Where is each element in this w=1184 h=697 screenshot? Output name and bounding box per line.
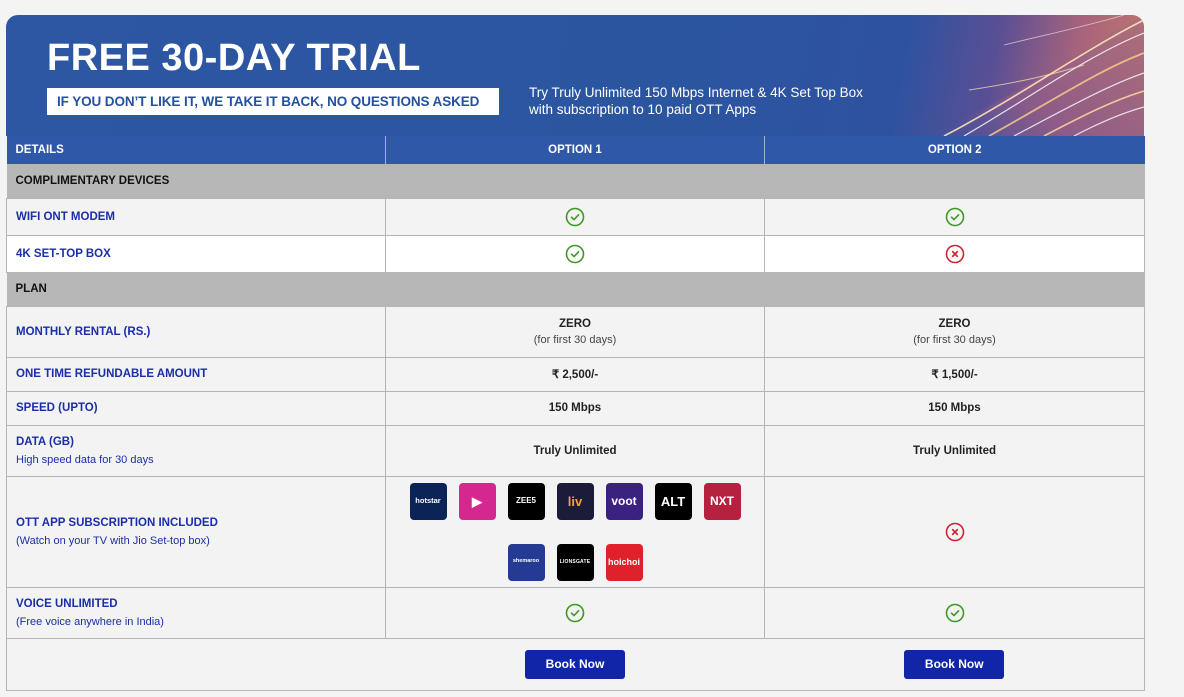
data-value: Truly Unlimited [912,444,997,457]
ott-app-logo-text: ▶ [472,493,482,509]
speed-value: 150 Mbps [548,402,602,414]
banner-subtitle-line2: with subscription to 10 paid OTT Apps [529,102,757,117]
row-label: DATA (GB) [16,435,74,448]
ott-app-logo-text: LIONSGATE [559,558,591,565]
book-now-option1-button[interactable]: Book Now [525,649,625,679]
option2-cell: ₹ 1,500/- [764,356,1145,392]
speed-value: 150 Mbps [928,402,981,414]
option2-cell [764,475,1145,588]
ott-app-lionsgate-play: LIONSGATE [556,543,594,581]
option2-cell: ZERO (for first 30 days) [764,305,1145,358]
option2-cell [764,197,1145,236]
row-label: 4K SET-TOP BOX [6,234,386,273]
header-option-1: OPTION 1 [385,136,765,164]
check-icon [565,244,585,263]
option2-cell [764,234,1145,273]
banner-subtitle: Try Truly Unlimited 150 Mbps Internet & … [529,84,863,118]
table-row-monthly-rental: MONTHLY RENTAL (RS.) ZERO (for first 30 … [6,305,1145,358]
banner-subtitle-line1: Try Truly Unlimited 150 Mbps Internet & … [529,85,863,100]
table-row-wifi: WIFI ONT MODEM [6,197,1145,236]
row-label: ONE TIME REFUNDABLE AMOUNT [6,356,386,392]
option1-cell [385,234,765,273]
table-row-ott: OTT APP SUBSCRIPTION INCLUDED (Watch on … [6,475,1145,588]
option2-cell: Truly Unlimited [764,424,1145,477]
option2-cell [764,586,1145,639]
row-label-cell: VOICE UNLIMITED (Free voice anywhere in … [6,586,386,639]
option1-cell: ZERO (for first 30 days) [385,305,765,358]
section-complimentary-devices: COMPLIMENTARY DEVICES [6,163,1145,199]
comparison-table: DETAILS OPTION 1 OPTION 2 COMPLIMENTARY … [6,136,1145,691]
header-option-2: OPTION 2 [764,136,1145,164]
row-sublabel: High speed data for 30 days [16,453,154,466]
trial-card: FREE 30-DAY TRIAL IF YOU DON’T LIKE IT, … [6,15,1145,691]
row-label: WIFI ONT MODEM [6,197,386,236]
refundable-value: ₹ 1,500/- [931,369,978,381]
option1-cell: 150 Mbps [385,390,765,426]
refundable-value: ₹ 2,500/- [551,369,599,381]
trial-banner: FREE 30-DAY TRIAL IF YOU DON’T LIKE IT, … [6,15,1144,136]
ott-app-logo-text: ALT [660,493,686,509]
row-label: SPEED (UPTO) [6,390,386,426]
row-label-cell: OTT APP SUBSCRIPTION INCLUDED (Watch on … [6,475,386,588]
section-title: PLAN [6,271,1145,307]
ott-app-grid: hotstar ▶ ZEE5 liv voot ALT NXT shemaroo LIONSGA… [400,482,750,581]
check-icon [945,207,964,226]
cross-icon [945,244,964,263]
option1-cell [385,197,765,236]
ott-app-disney-hotstar: hotstar [409,482,447,520]
check-icon [565,207,585,226]
rental-value: ZERO [559,317,591,330]
ott-app-jiocinema: ▶ [458,482,496,520]
row-label: VOICE UNLIMITED [16,597,118,610]
row-label-cell: DATA (GB) High speed data for 30 days [6,424,386,477]
option1-cell: ₹ 2,500/- [385,356,765,392]
table-header-row: DETAILS OPTION 1 OPTION 2 [6,136,1145,164]
ott-app-logo-text: ZEE5 [515,496,536,505]
ott-app-logo-text: liv [567,493,583,509]
rental-note: (for first 30 days) [913,333,996,346]
table-row-voice: VOICE UNLIMITED (Free voice anywhere in … [6,586,1145,639]
row-label: OTT APP SUBSCRIPTION INCLUDED [16,516,218,529]
header-details: DETAILS [6,136,386,164]
book-now-option2-button[interactable]: Book Now [904,649,1005,679]
ott-app-sun-nxt: NXT [703,482,741,520]
ott-app-logo-text: hoichoi [608,556,640,567]
data-value: Truly Unlimited [533,444,617,457]
row-sublabel: (Watch on your TV with Jio Set-top box) [16,534,210,547]
section-plan: PLAN [6,271,1145,307]
row-sublabel: (Free voice anywhere in India) [16,615,164,628]
ott-app-zee5: ZEE5 [507,482,545,520]
ott-app-hoichoi: hoichoi [605,543,643,581]
light-streaks-decoration [924,15,1144,136]
option2-cell: 150 Mbps [764,390,1145,426]
cross-icon [945,522,964,541]
row-label: MONTHLY RENTAL (RS.) [6,305,386,358]
rental-note: (for first 30 days) [533,333,617,346]
section-title: COMPLIMENTARY DEVICES [6,163,1145,199]
table-row-speed: SPEED (UPTO) 150 Mbps 150 Mbps [6,390,1145,426]
ott-app-sony-liv: liv [556,482,594,520]
ott-app-logo-text: shemaroo [512,558,540,565]
option2-cell: Book Now [764,637,1145,691]
rental-value: ZERO [938,317,971,330]
table-row-set-top-box: 4K SET-TOP BOX [6,234,1145,273]
table-row-data: DATA (GB) High speed data for 30 days Tr… [6,424,1145,477]
option1-cell: Book Now [385,637,765,691]
banner-title: FREE 30-DAY TRIAL [47,37,421,79]
empty-cell [6,637,386,691]
ott-app-voot: voot [605,482,643,520]
option1-cell: Truly Unlimited [385,424,765,477]
table-row-refundable-amount: ONE TIME REFUNDABLE AMOUNT ₹ 2,500/- ₹ 1… [6,356,1145,392]
ott-app-shemaroo: shemaroo [507,543,545,581]
ott-app-altbalaji: ALT [654,482,692,520]
table-row-book: Book Now Book Now [6,637,1145,691]
check-icon [565,603,585,622]
option1-cell [385,586,765,639]
ott-app-logo-text: voot [611,494,637,508]
banner-tagline: IF YOU DON’T LIKE IT, WE TAKE IT BACK, N… [47,88,499,115]
ott-app-logo-text: NXT [710,494,734,508]
ott-app-logo-text: hotstar [415,496,441,506]
option1-cell: hotstar ▶ ZEE5 liv voot ALT NXT shemaroo LIONSGA… [385,475,765,588]
check-icon [945,603,964,622]
